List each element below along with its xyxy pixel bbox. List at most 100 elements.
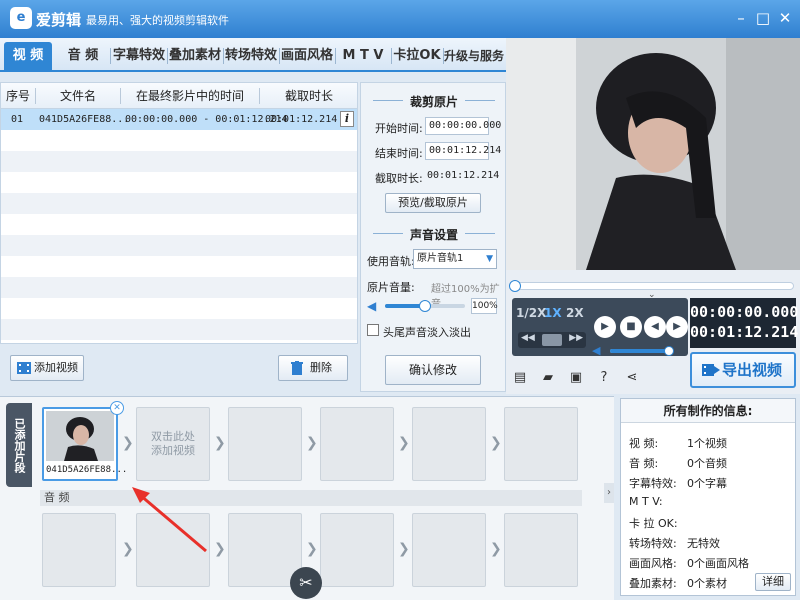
table-row[interactable]: 01 041D5A26FE88... 00:00:00.000 - 00:01:… (1, 109, 357, 130)
row-duration: 00:01:12.214 (265, 114, 338, 125)
add-video-button[interactable]: 添加视频 (10, 355, 84, 381)
clip-thumb-label: 041D5A26FE88... (46, 465, 128, 475)
info-row-style: 画面风格: 0个画面风格 (629, 557, 749, 570)
app-slogan: 最易用、强大的视频剪辑软件 (86, 14, 229, 27)
transition-arrow-icon[interactable]: ❯ (306, 435, 318, 451)
column-filename: 文件名 (59, 89, 96, 103)
play-icon[interactable]: ▶ (594, 316, 616, 338)
empty-row (1, 256, 357, 277)
transition-arrow-icon[interactable]: ❯ (306, 541, 318, 557)
chevron-right-icon[interactable]: › (604, 483, 614, 503)
playback-progress-handle[interactable] (509, 280, 521, 292)
volume-slider-handle[interactable] (419, 300, 431, 312)
start-time-input[interactable]: 00:00:00.000 (425, 117, 501, 135)
speaker-icon: ◀ (367, 299, 377, 313)
minimize-button[interactable]: – (732, 9, 750, 27)
player-volume-fill (610, 349, 669, 353)
info-row-overlay: 叠加素材: 0个素材 (629, 577, 727, 590)
tab-karaoke[interactable]: 卡拉OK (392, 42, 442, 70)
playback-progress-bar[interactable] (509, 280, 794, 292)
transition-arrow-icon[interactable]: ❯ (490, 435, 502, 451)
empty-audio-slot[interactable] (412, 513, 486, 587)
export-video-button[interactable]: 导出视频 (690, 352, 796, 388)
empty-row (1, 130, 357, 151)
empty-row (1, 277, 357, 298)
confirm-button[interactable]: 确认修改 (385, 355, 481, 385)
speed-2x-button[interactable]: 2X (566, 306, 584, 320)
video-list: 序号 文件名 在最终影片中的时间 截取时长 01 041D5A26FE88...… (0, 82, 358, 344)
row-time-range: 00:00:00.000 - 00:01:12.214 (125, 114, 288, 125)
remove-clip-icon[interactable]: ✕ (110, 401, 124, 415)
app-logo-icon: e (10, 7, 32, 29)
tab-style[interactable]: 画面风格 (280, 42, 334, 70)
transition-arrow-icon[interactable]: ❯ (122, 435, 134, 451)
maximize-button[interactable]: □ (754, 9, 772, 27)
detail-button[interactable]: 详细 (755, 573, 791, 591)
delete-button[interactable]: 删除 (278, 355, 348, 381)
title-bar: e 爱剪辑 最易用、强大的视频剪辑软件 – □ ✕ (0, 0, 800, 38)
volume-slider[interactable] (385, 300, 465, 312)
player-volume-handle[interactable] (663, 346, 674, 356)
empty-clip-slot[interactable] (504, 407, 578, 481)
delete-label: 删除 (310, 361, 332, 374)
tab-subtitles[interactable]: 字幕特效 (112, 42, 166, 70)
end-time-label: 结束时间: (375, 147, 423, 160)
help-icon[interactable]: ? (596, 370, 612, 386)
empty-clip-slot[interactable] (412, 407, 486, 481)
clip-thumbnail (46, 411, 114, 461)
audio-track-select[interactable]: 原片音轨1 ▼ (413, 249, 497, 269)
volume-value-field[interactable]: 100% (471, 298, 498, 314)
timeline-clip[interactable]: 041D5A26FE88... ✕ (42, 401, 127, 481)
tab-mtv[interactable]: M T V (336, 42, 390, 70)
clip-duration-value: 00:01:12.214 (427, 170, 500, 181)
info-icon[interactable]: i (340, 111, 354, 127)
stop-icon[interactable]: ■ (620, 316, 642, 338)
chevron-down-icon: ▼ (486, 254, 493, 264)
tab-transition[interactable]: 转场特效 (224, 42, 278, 70)
scissors-icon[interactable]: ✂ (290, 567, 322, 599)
player-volume-slider[interactable] (610, 346, 674, 356)
info-row-mtv: M T V: (629, 495, 663, 508)
tab-overlay[interactable]: 叠加素材 (168, 42, 222, 70)
empty-audio-slot[interactable] (504, 513, 578, 587)
speed-half-button[interactable]: 1/2X (516, 306, 546, 320)
export-film-icon (702, 364, 720, 376)
jog-wheel[interactable]: ◀◀ ▶▶ (518, 332, 586, 348)
transition-arrow-icon[interactable]: ❯ (490, 541, 502, 557)
transition-arrow-icon[interactable]: ❯ (214, 435, 226, 451)
time-display: 00:00:00.000 00:01:12.214 (690, 298, 798, 348)
empty-clip-slot[interactable]: 双击此处 添加视频 (136, 407, 210, 481)
tab-upgrade[interactable]: 升级与服务 (444, 42, 504, 70)
tab-video[interactable]: 视 频 (4, 42, 52, 70)
empty-audio-slot[interactable] (42, 513, 116, 587)
info-row-karaoke: 卡 拉 OK: (629, 517, 678, 530)
transition-arrow-icon[interactable]: ❯ (398, 435, 410, 451)
end-time-input[interactable]: 00:01:12.214 (425, 142, 501, 160)
jog-handle[interactable] (542, 334, 562, 346)
info-row-transition: 转场特效: 无特效 (629, 537, 720, 550)
tab-audio[interactable]: 音 频 (60, 42, 106, 70)
empty-clip-slot[interactable] (320, 407, 394, 481)
next-frame-icon[interactable]: ▶ (666, 316, 688, 338)
transition-arrow-icon[interactable]: ❯ (398, 541, 410, 557)
clip-timeline: 已添加片段 041D5A26FE88... ✕ ❯ 双击此处 添加视频 ❯ ❯ … (0, 396, 614, 600)
info-row-subtitles: 字幕特效: 0个字幕 (629, 477, 727, 490)
close-button[interactable]: ✕ (776, 9, 794, 27)
folder-open-icon[interactable]: ▰ (540, 370, 556, 386)
empty-audio-slot[interactable] (320, 513, 394, 587)
empty-slot-hint: 双击此处 添加视频 (151, 430, 195, 457)
video-preview[interactable] (506, 38, 800, 270)
fade-checkbox[interactable] (367, 324, 379, 336)
empty-row (1, 214, 357, 235)
empty-clip-slot[interactable] (228, 407, 302, 481)
empty-row (1, 319, 357, 340)
new-project-icon[interactable]: ▤ (512, 370, 528, 386)
clip-duration-label: 截取时长: (375, 172, 423, 185)
share-icon[interactable]: ⋖ (624, 370, 640, 386)
speed-1x-button[interactable]: 1X (544, 306, 562, 320)
save-icon[interactable]: ▣ (568, 370, 584, 386)
previous-frame-icon[interactable]: ◀ (644, 316, 666, 338)
annotation-arrow (132, 487, 207, 553)
column-duration: 截取时长 (284, 89, 333, 103)
preview-clip-button[interactable]: 预览/截取原片 (385, 193, 481, 213)
